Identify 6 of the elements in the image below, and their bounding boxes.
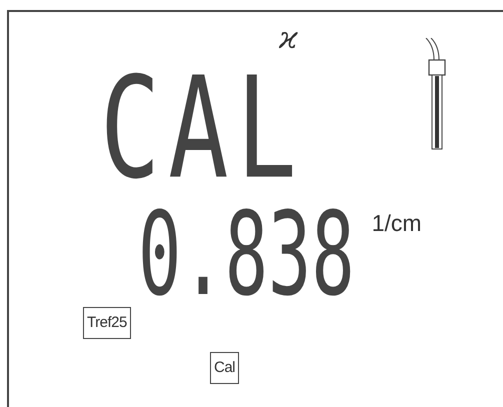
conductivity-symbol: ϰ: [279, 24, 298, 54]
reading-value: 0.838: [138, 206, 355, 302]
unit-label: 1/cm: [372, 210, 422, 237]
calibration-indicator: Cal: [210, 352, 240, 384]
temperature-reference-indicator: Tref25: [83, 307, 131, 339]
main-display: CAL: [100, 66, 305, 192]
